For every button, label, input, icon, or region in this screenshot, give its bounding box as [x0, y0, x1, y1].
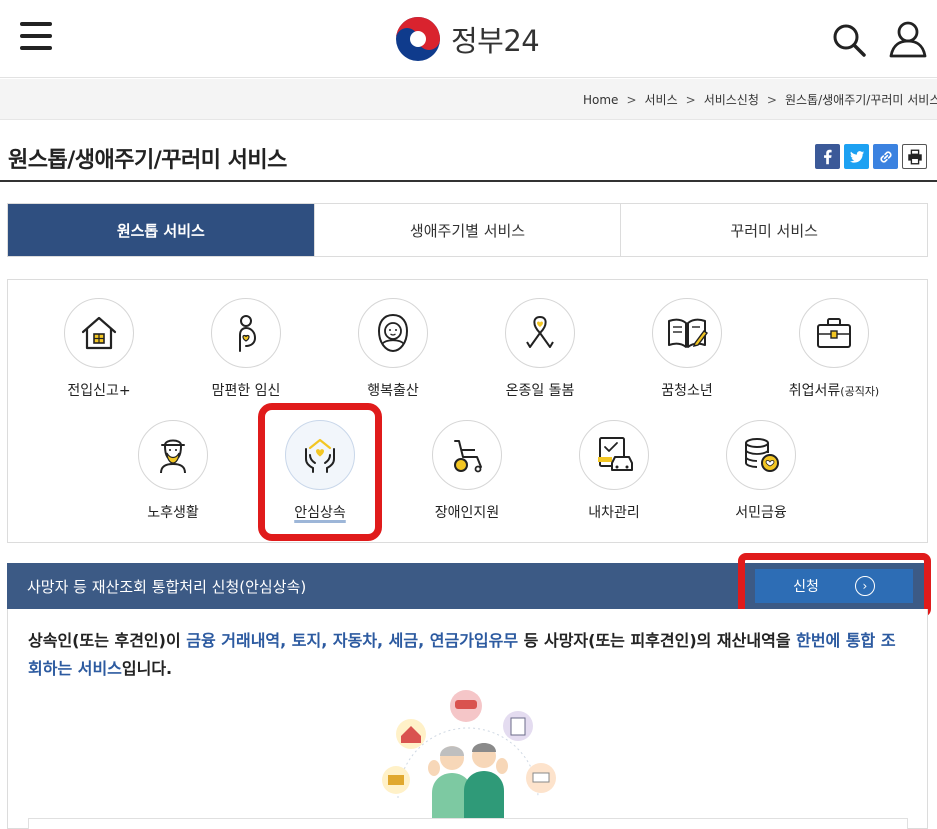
chevron-right-circle-icon: ›: [854, 576, 875, 596]
car-document-icon: [598, 437, 633, 471]
apply-button-label: 신청: [793, 579, 819, 595]
service-label: 전입신고+: [67, 383, 131, 399]
login-button[interactable]: [887, 18, 929, 60]
service-move-in-report[interactable]: 전입신고+: [34, 298, 164, 400]
service-description: 상속인(또는 후견인)이 금융 거래내역, 토지, 자동차, 세금, 연금가입유…: [28, 631, 896, 678]
inheritance-illustration: [382, 690, 556, 829]
taegeuk-logo-icon: [396, 17, 440, 61]
service-public-finance[interactable]: 서민금융: [696, 420, 826, 522]
breadcrumb-services[interactable]: 서비스: [645, 91, 678, 108]
service-tabs: 원스톱 서비스 생애주기별 서비스 꾸러미 서비스: [7, 203, 928, 257]
facebook-icon: [823, 149, 832, 164]
house-icon: [81, 316, 117, 350]
briefcase-icon: [817, 318, 851, 348]
top-header: 정부24: [0, 0, 937, 78]
breadcrumb-bar: Home > 서비스 > 서비스신청 > 원스톱/생애주기/꾸러미 서비스: [0, 79, 937, 120]
print-icon: [907, 149, 922, 164]
service-label-main: 취업서류: [788, 383, 841, 399]
service-icon-circle: [432, 420, 502, 490]
service-label: 온종일 돌봄: [505, 383, 575, 399]
breadcrumb: Home > 서비스 > 서비스신청 > 원스톱/생애주기/꾸러미 서비스: [583, 91, 937, 108]
service-icon-circle: [799, 298, 869, 368]
service-disability-support[interactable]: 장애인지원: [402, 420, 532, 522]
service-icon-circle: [358, 298, 428, 368]
service-childbirth[interactable]: 행복출산: [328, 298, 458, 400]
service-icon-circle: [64, 298, 134, 368]
service-label: 취업서류(공직자): [769, 380, 899, 400]
service-label: 내차관리: [588, 505, 640, 521]
service-label: 행복출산: [367, 383, 419, 399]
service-pregnancy[interactable]: 맘편한 임신: [181, 298, 311, 400]
apply-button[interactable]: 신청 ›: [755, 569, 913, 603]
service-icon-circle: [285, 420, 355, 490]
logo-text: 정부24: [451, 24, 540, 58]
site-logo[interactable]: 정부24: [393, 14, 540, 64]
chevron-right-icon: >: [626, 92, 637, 107]
facebook-share-button[interactable]: [815, 144, 840, 169]
service-label: 꿈청소년: [661, 383, 713, 399]
service-icon-circle: [652, 298, 722, 368]
breadcrumb-service-apply[interactable]: 서비스신청: [704, 91, 759, 108]
breadcrumb-home[interactable]: Home: [583, 93, 618, 107]
service-icon-circle: [138, 420, 208, 490]
service-retirement-life[interactable]: 노후생활: [108, 420, 238, 522]
tab-package[interactable]: 꾸러미 서비스: [621, 204, 928, 256]
service-my-car[interactable]: 내차관리: [549, 420, 679, 522]
service-all-day-care[interactable]: 온종일 돌봄: [475, 298, 605, 400]
service-result-bar: 사망자 등 재산조회 통합처리 신청(안심상속) 신청 ›: [7, 563, 928, 609]
copy-link-button[interactable]: [873, 144, 898, 169]
chevron-right-icon: >: [766, 92, 777, 107]
service-result-title: 사망자 등 재산조회 통합처리 신청(안심상속): [27, 578, 307, 596]
search-icon: [833, 24, 866, 57]
page-title: 원스톱/생애주기/꾸러미 서비스: [8, 148, 287, 173]
chevron-right-icon: >: [685, 92, 696, 107]
user-icon: [889, 21, 927, 58]
title-divider: [0, 180, 937, 182]
baby-icon: [377, 313, 409, 353]
wheelchair-icon: [454, 440, 482, 473]
description-inner-box: [28, 818, 908, 829]
twitter-share-button[interactable]: [844, 144, 869, 169]
service-icon-circle: [579, 420, 649, 490]
print-button[interactable]: [902, 144, 927, 169]
service-icon-circle: [505, 298, 575, 368]
service-youth[interactable]: 꿈청소년: [622, 298, 752, 400]
twitter-icon: [849, 150, 864, 163]
service-icon-circle: [726, 420, 796, 490]
share-buttons: [815, 144, 931, 169]
service-label-sub: (공직자): [840, 385, 880, 398]
service-safe-inheritance[interactable]: 안심상속: [255, 420, 385, 522]
service-label: 노후생활: [147, 505, 199, 521]
ribbon-icon: [526, 315, 554, 348]
link-icon: [879, 150, 892, 163]
service-label: 맘편한 임신: [211, 383, 281, 399]
elderly-man-icon: [160, 439, 186, 474]
book-pencil-icon: [668, 318, 709, 348]
search-button[interactable]: [831, 22, 867, 58]
hands-heart-icon: [305, 438, 335, 473]
pregnant-woman-icon: [239, 315, 257, 352]
service-label: 서민금융: [735, 505, 787, 521]
service-employment-documents[interactable]: 취업서류(공직자): [769, 298, 899, 400]
menu-icon[interactable]: [20, 22, 52, 52]
breadcrumb-current[interactable]: 원스톱/생애주기/꾸러미 서비스: [785, 91, 937, 108]
tab-onestop[interactable]: 원스톱 서비스: [8, 204, 315, 256]
tab-lifecycle[interactable]: 생애주기별 서비스: [314, 204, 622, 256]
service-label: 안심상속: [294, 505, 346, 521]
service-label: 장애인지원: [434, 505, 500, 521]
description-highlight-assets: 금융 거래내역, 토지, 자동차, 세금, 연금가입유무: [186, 631, 519, 650]
service-icon-circle: [211, 298, 281, 368]
coin-stack-icon: [745, 438, 779, 472]
